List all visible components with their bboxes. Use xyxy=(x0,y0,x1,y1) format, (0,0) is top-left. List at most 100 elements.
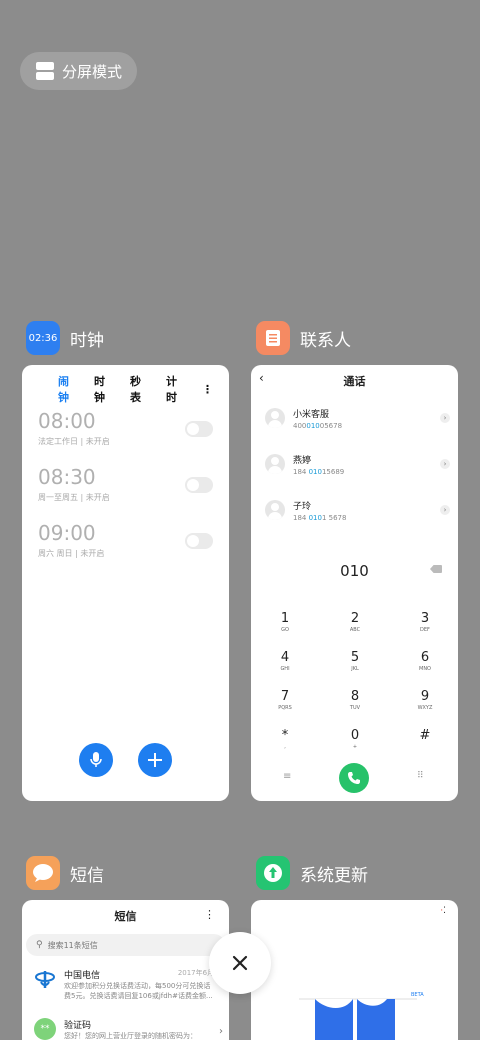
alarm-item[interactable]: 09:00 周六 周日 | 未开启 xyxy=(38,521,213,567)
tab-timer[interactable]: 计时 xyxy=(166,373,182,405)
split-screen-label: 分屏模式 xyxy=(62,62,123,81)
contacts-app-icon xyxy=(256,321,290,355)
dial-key[interactable]: 2 ABC xyxy=(335,611,375,633)
dial-key-letters: PQRS xyxy=(278,705,292,711)
clock-app-header[interactable]: 02:36 时钟 xyxy=(26,321,104,355)
avatar xyxy=(265,408,285,428)
dial-key[interactable]: 0 + xyxy=(335,728,375,750)
contact-row[interactable]: 燕婷 184 01015689 › xyxy=(265,449,450,479)
dial-key-digit: # xyxy=(419,728,431,743)
alarm-toggle[interactable] xyxy=(185,421,213,437)
microphone-icon xyxy=(90,752,102,767)
page-title: 短信 xyxy=(114,910,137,923)
voice-alarm-button[interactable] xyxy=(79,743,113,777)
split-screen-button[interactable]: 分屏模式 xyxy=(20,52,137,90)
update-app-name: 系统更新 xyxy=(300,865,368,886)
search-input[interactable]: ⚲ 搜索11条短信 xyxy=(26,934,225,956)
beta-badge: BETA xyxy=(411,992,424,998)
message-preview: 费5元。兑换话费请回复106或jfdh#话费金额... xyxy=(64,992,213,1000)
update-app-header[interactable]: 系统更新 xyxy=(256,856,368,890)
dial-key-letters: , xyxy=(284,744,286,750)
dial-key-digit: 9 xyxy=(420,689,430,704)
chevron-right-icon[interactable]: › xyxy=(440,505,450,515)
contact-name: 燕婷 xyxy=(293,455,312,466)
contact-row[interactable]: 子玲 184 0101 5678 › xyxy=(265,495,450,525)
dial-key-letters: WXYZ xyxy=(417,705,433,711)
alarm-toggle[interactable] xyxy=(185,533,213,549)
update-app-card[interactable]: ·⁚ BETA xyxy=(251,900,458,1040)
more-options-icon[interactable]: ⋮ xyxy=(204,908,215,921)
dialed-number: 010 xyxy=(340,562,369,580)
chevron-right-icon[interactable]: › xyxy=(440,413,450,423)
dial-key-digit: 7 xyxy=(280,689,290,704)
message-item[interactable]: ** 验证码 您好！您的网上营业厅登录的随机密码为： › xyxy=(34,1018,223,1040)
dial-key[interactable]: 1 GO xyxy=(265,611,305,633)
dial-key-letters: TUV xyxy=(349,705,361,711)
dial-key[interactable]: 3 DEF xyxy=(405,611,445,633)
dial-key[interactable]: 5 JKL xyxy=(335,650,375,672)
message-item[interactable]: 中国电信 2017年6月30 欢迎参加积分兑换话费活动，每500分可兑换话 费5… xyxy=(34,968,223,1001)
message-preview: 您好！您的网上营业厅登录的随机密码为： xyxy=(64,1032,197,1040)
dial-key[interactable]: 6 MNO xyxy=(405,650,445,672)
contacts-app-card[interactable]: ‹ 通话 小米客服 40001005678 › 燕婷 184 01015689 … xyxy=(251,365,458,801)
chevron-right-icon: › xyxy=(219,1026,223,1037)
add-alarm-button[interactable] xyxy=(138,743,172,777)
dial-key[interactable]: *, xyxy=(265,728,305,750)
dial-key-letters: + xyxy=(352,744,358,750)
dial-key-letters: JKL xyxy=(351,666,359,672)
split-screen-icon xyxy=(36,62,54,80)
more-options-icon[interactable]: ⋮ xyxy=(202,383,213,396)
clock-app-icon: 02:36 xyxy=(26,321,60,355)
clock-tabs: 闹钟 时钟 秒表 计时 ⋮ xyxy=(58,373,219,405)
chevron-right-icon[interactable]: › xyxy=(440,459,450,469)
clock-app-card[interactable]: 闹钟 时钟 秒表 计时 ⋮ 08:00 法定工作日 | 未开启 08:30 周一… xyxy=(22,365,229,801)
dial-key[interactable]: # xyxy=(405,728,445,744)
contacts-app-header[interactable]: 联系人 xyxy=(256,321,351,355)
contact-name: 子玲 xyxy=(293,501,312,512)
verification-code-avatar: ** xyxy=(34,1018,56,1040)
sms-app-header[interactable]: 短信 xyxy=(26,856,104,890)
close-icon xyxy=(232,955,248,971)
plus-icon xyxy=(148,753,162,767)
dial-key-digit: 0 xyxy=(350,728,360,743)
dial-key-letters: ABC xyxy=(349,627,361,633)
keypad-toggle-icon[interactable]: ⠿ xyxy=(417,771,424,781)
menu-icon[interactable]: ≡ xyxy=(283,771,291,782)
alarm-toggle[interactable] xyxy=(185,477,213,493)
call-button[interactable] xyxy=(339,763,369,793)
tab-clock[interactable]: 时钟 xyxy=(94,373,110,405)
avatar xyxy=(265,454,285,474)
sms-app-name: 短信 xyxy=(70,865,104,886)
dial-key-digit: 4 xyxy=(280,650,290,665)
dial-key-digit: 1 xyxy=(280,611,290,626)
avatar xyxy=(265,500,285,520)
alarm-detail: 法定工作日 | 未开启 xyxy=(38,437,110,446)
dial-key-digit: * xyxy=(281,728,289,743)
sms-app-card[interactable]: 短信 ⋮ ⚲ 搜索11条短信 中国电信 2017年6月30 欢迎参加积分兑换话费… xyxy=(22,900,229,1040)
alarm-item[interactable]: 08:30 周一至周五 | 未开启 xyxy=(38,465,213,511)
tab-stopwatch[interactable]: 秒表 xyxy=(130,373,146,405)
dial-key[interactable]: 7 PQRS xyxy=(265,689,305,711)
dial-key[interactable]: 4 GHI xyxy=(265,650,305,672)
contact-number: 184 0101 5678 xyxy=(293,513,347,522)
dial-key-letters: GO xyxy=(281,627,289,633)
contact-row[interactable]: 小米客服 40001005678 › xyxy=(265,403,450,433)
contact-number: 40001005678 xyxy=(293,421,343,430)
dial-key-digit: 8 xyxy=(350,689,360,704)
sms-app-icon xyxy=(26,856,60,890)
phone-icon xyxy=(348,772,360,784)
page-title: 通话 xyxy=(343,375,366,388)
dial-key[interactable]: 8 TUV xyxy=(335,689,375,711)
dial-key[interactable]: 9 WXYZ xyxy=(405,689,445,711)
update-app-icon xyxy=(256,856,290,890)
close-all-button[interactable] xyxy=(209,932,271,994)
alarm-item[interactable]: 08:00 法定工作日 | 未开启 xyxy=(38,409,213,455)
clock-app-name: 时钟 xyxy=(70,330,104,351)
dial-key-digit: 3 xyxy=(420,611,430,626)
dial-key-digit: 2 xyxy=(350,611,360,626)
search-icon: ⚲ xyxy=(36,940,43,950)
message-preview: 欢迎参加积分兑换话费活动，每500分可兑换话 xyxy=(64,982,211,990)
contact-number: 184 01015689 xyxy=(293,467,345,476)
tab-alarm[interactable]: 闹钟 xyxy=(58,373,74,405)
more-options-icon[interactable]: ·⁚ xyxy=(440,906,446,916)
